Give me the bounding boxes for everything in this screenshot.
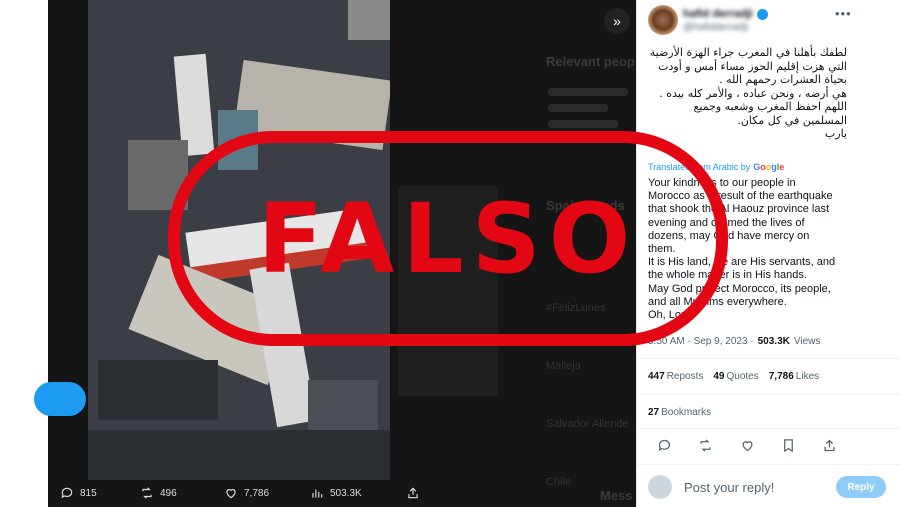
- viewer-views-count: 503.3K: [330, 487, 362, 499]
- trend-item: Malleja: [546, 360, 581, 372]
- views-icon: [312, 489, 323, 498]
- divider: [637, 394, 900, 395]
- viewer-replies-count: 815: [80, 487, 97, 499]
- bookmark-button[interactable]: [781, 438, 796, 458]
- reply-icon: [658, 439, 671, 452]
- viewer-share-button[interactable]: [406, 486, 420, 500]
- heart-icon: [226, 489, 236, 499]
- author-name: hafid derradji: [683, 8, 753, 20]
- like-button[interactable]: [740, 438, 755, 458]
- tweet-actions: [657, 438, 837, 458]
- divider: [637, 428, 900, 429]
- heart-icon: [741, 441, 753, 452]
- repost-button[interactable]: [698, 438, 713, 458]
- trend-item: Salvador Allende: [546, 418, 629, 430]
- engagement-stats: 447 Reposts 49 Quotes 7,786 Likes: [648, 371, 819, 382]
- viewer-reply-button[interactable]: 815: [60, 486, 97, 500]
- bookmarks-stat[interactable]: 27 Bookmarks: [648, 407, 711, 418]
- author-avatar[interactable]: [648, 5, 678, 35]
- reply-composer: Post your reply! Reply: [648, 474, 898, 500]
- viewer-repost-button[interactable]: 496: [140, 486, 177, 500]
- divider: [637, 464, 900, 465]
- repost-icon: [700, 439, 711, 452]
- verified-badge-icon: [756, 8, 768, 20]
- reposts-stat[interactable]: 447 Reposts: [648, 371, 703, 382]
- reply-submit-button[interactable]: Reply: [836, 476, 886, 498]
- current-user-avatar: [648, 475, 672, 499]
- post-button-partial[interactable]: [34, 382, 86, 416]
- repost-icon: [142, 487, 152, 499]
- reply-button[interactable]: [657, 438, 672, 458]
- likes-stat[interactable]: 7,786 Likes: [769, 371, 819, 382]
- left-nav-strip: [0, 0, 48, 507]
- viewer-views-button[interactable]: 503.3K: [310, 486, 362, 500]
- views-value: 503.3K: [757, 336, 790, 347]
- google-logo: Google: [753, 162, 785, 172]
- viewer-action-bar: 815 496 7,786 503.3K: [48, 479, 636, 507]
- reply-input[interactable]: Post your reply!: [684, 480, 836, 495]
- relevant-people-title: Relevant peop: [546, 54, 635, 69]
- viewer-like-button[interactable]: 7,786: [224, 486, 269, 500]
- bookmark-icon: [783, 439, 793, 453]
- quotes-stat[interactable]: 49 Quotes: [713, 371, 758, 382]
- views-label: Views: [793, 336, 821, 347]
- falso-stamp: FALSO: [168, 131, 728, 346]
- tweet-text-arabic: لطفك بأهلنا في المغرب جراء الهزة الأرضية…: [649, 46, 847, 140]
- divider: [637, 358, 900, 359]
- tweet-timestamp[interactable]: 5:50 AM · Sep 9, 2023 · 503.3K Views: [648, 336, 820, 347]
- viewer-reposts-count: 496: [160, 487, 177, 499]
- expand-sidebar-button[interactable]: »: [604, 8, 630, 34]
- author-name-row[interactable]: hafid derradji: [683, 8, 768, 20]
- viewer-likes-count: 7,786: [244, 487, 270, 499]
- share-icon: [824, 439, 835, 452]
- share-button[interactable]: [822, 438, 837, 458]
- reply-icon: [61, 487, 73, 499]
- more-options-icon[interactable]: •••: [835, 6, 852, 21]
- double-chevron-right-icon: »: [613, 13, 621, 29]
- share-icon: [408, 487, 418, 499]
- author-handle: @hafidderradji: [683, 22, 749, 33]
